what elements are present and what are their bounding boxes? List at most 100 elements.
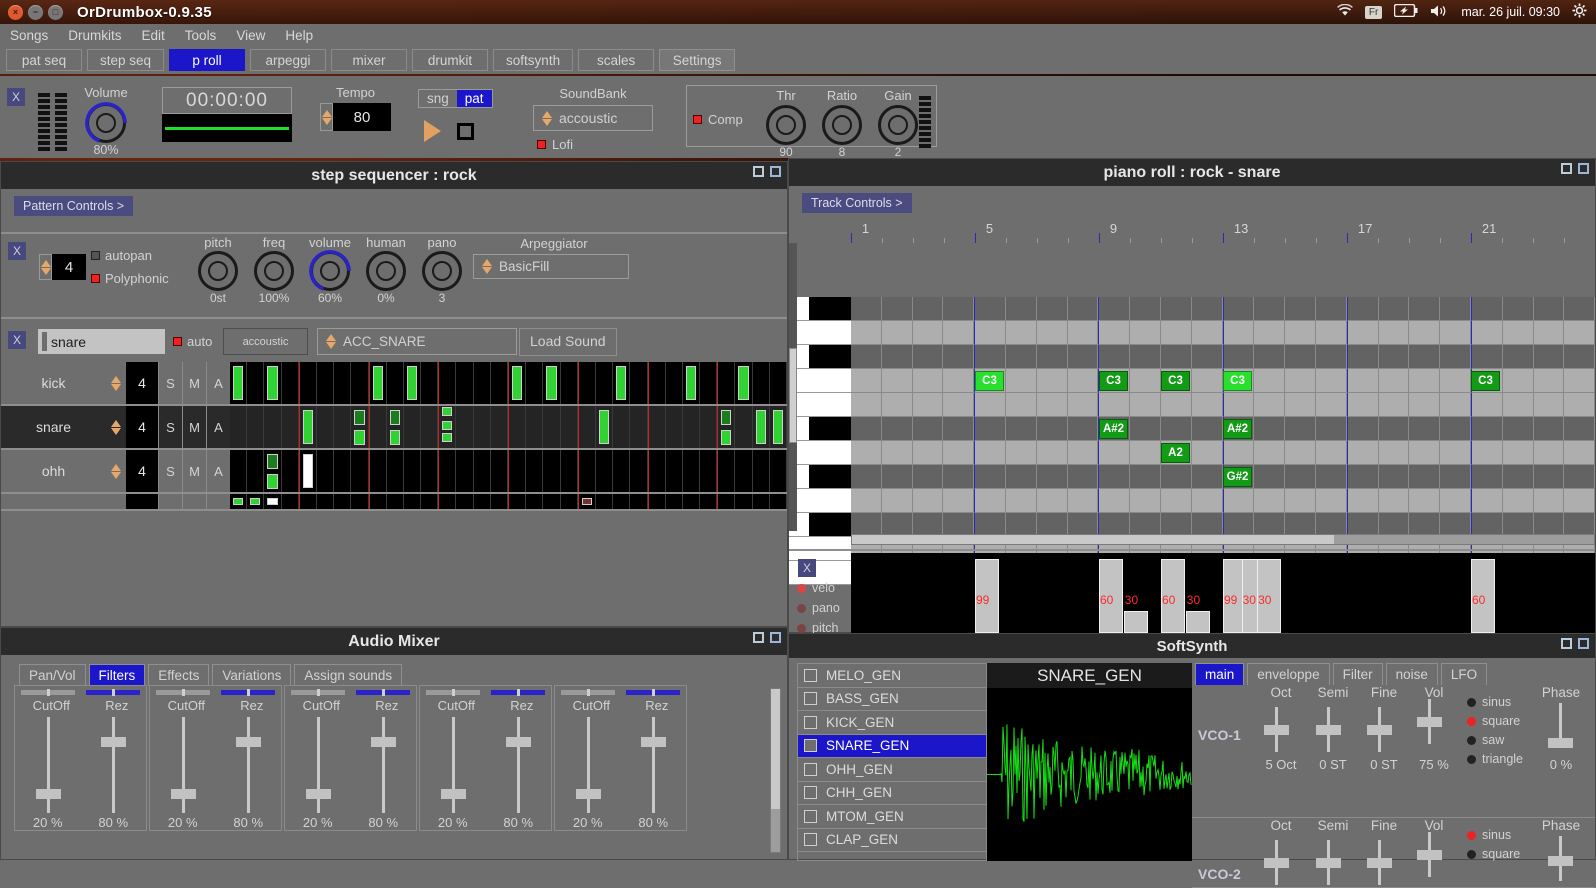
step-cell[interactable] [613, 494, 630, 509]
step-cell[interactable] [770, 494, 787, 509]
step-cell[interactable] [561, 494, 578, 509]
piano-roll-cell[interactable] [1037, 393, 1068, 417]
piano-roll-cell[interactable] [1037, 417, 1068, 441]
piano-roll-note[interactable]: A#2 [1223, 419, 1252, 439]
ratio-knob[interactable] [822, 105, 862, 145]
piano-roll-cell[interactable] [1006, 393, 1037, 417]
piano-roll-cell[interactable] [1068, 321, 1099, 345]
piano-roll-cell[interactable] [1130, 417, 1161, 441]
piano-roll-cell[interactable] [1161, 345, 1192, 369]
step-cell[interactable] [578, 494, 596, 509]
step-cell[interactable] [247, 406, 264, 448]
step-cell[interactable] [753, 450, 770, 492]
step-cell[interactable] [387, 450, 404, 492]
piano-key-black[interactable] [789, 417, 851, 441]
piano-roll-cell[interactable] [1503, 441, 1534, 465]
piano-roll-row[interactable] [789, 321, 1595, 345]
piano-roll-cell[interactable] [1068, 441, 1099, 465]
piano-roll-cell[interactable] [1409, 465, 1440, 489]
piano-roll-cell[interactable] [1285, 465, 1316, 489]
step-note[interactable] [303, 454, 313, 488]
piano-roll-cell[interactable] [1130, 297, 1161, 321]
piano-roll-cell[interactable] [913, 441, 944, 465]
mode-song-option[interactable]: sng [419, 90, 457, 107]
tab-softsynth[interactable]: softsynth [493, 49, 573, 71]
step-cell[interactable] [683, 450, 700, 492]
piano-roll-cell[interactable] [1409, 345, 1440, 369]
piano-roll-cell[interactable] [851, 297, 882, 321]
checkbox-icon[interactable] [804, 833, 817, 846]
piano-roll-cell[interactable] [1130, 369, 1161, 393]
step-note[interactable] [616, 366, 626, 400]
maximize-icon[interactable] [1578, 638, 1589, 649]
gear-icon[interactable] [1572, 3, 1587, 21]
piano-roll-cell[interactable] [1347, 321, 1379, 345]
track-snare-count[interactable]: 4 [126, 406, 158, 448]
phase-handle[interactable] [1548, 856, 1573, 866]
step-cell[interactable] [526, 362, 543, 404]
step-cell[interactable] [404, 494, 421, 509]
channel-slider-a[interactable] [291, 690, 345, 695]
step-cell[interactable] [351, 494, 368, 509]
piano-roll-cell[interactable] [913, 321, 944, 345]
piano-roll-cell[interactable] [1316, 393, 1347, 417]
step-cell[interactable] [648, 406, 666, 448]
step-cell[interactable] [526, 406, 543, 448]
piano-roll-cell[interactable] [1006, 345, 1037, 369]
step-cell[interactable] [753, 406, 770, 448]
piano-roll-cell[interactable] [1285, 297, 1316, 321]
step-cell[interactable] [247, 450, 264, 492]
piano-roll-cell[interactable] [1037, 441, 1068, 465]
piano-roll-cell[interactable] [1409, 417, 1440, 441]
step-note[interactable] [546, 366, 556, 400]
piano-roll-cell[interactable] [1192, 345, 1223, 369]
piano-roll-cell[interactable] [1254, 441, 1285, 465]
step-cell[interactable] [717, 450, 735, 492]
piano-roll-cell[interactable] [1068, 393, 1099, 417]
track-ohh-solo[interactable]: S [158, 450, 182, 492]
piano-roll-cell[interactable] [943, 321, 974, 345]
maximize-icon[interactable] [770, 166, 781, 177]
piano-roll-cell[interactable] [851, 489, 882, 513]
piano-roll-cell[interactable] [1316, 489, 1347, 513]
piano-roll-cell[interactable] [1006, 369, 1037, 393]
vco-param-handle[interactable] [1316, 725, 1341, 735]
step-note[interactable] [267, 474, 277, 489]
step-cell[interactable] [770, 362, 787, 404]
softsynth-list-item[interactable]: CHH_GEN [798, 782, 986, 806]
piano-roll-cell[interactable] [913, 297, 944, 321]
vco-param-handle[interactable] [1417, 850, 1442, 860]
piano-key-black[interactable] [789, 513, 851, 537]
step-cell[interactable] [596, 450, 613, 492]
piano-roll-cell[interactable] [1254, 321, 1285, 345]
channel-slider-b[interactable] [356, 690, 410, 695]
step-note[interactable] [407, 366, 417, 400]
piano-roll-cell[interactable] [1534, 441, 1565, 465]
step-cell[interactable] [561, 406, 578, 448]
step-cell[interactable] [317, 362, 334, 404]
piano-roll-cell[interactable] [1316, 297, 1347, 321]
piano-roll-ruler[interactable]: 159131721 [851, 221, 1595, 243]
step-cell[interactable] [474, 362, 491, 404]
piano-roll-cell[interactable] [1379, 417, 1410, 441]
softsynth-list-item[interactable]: MTOM_GEN [798, 805, 986, 829]
piano-roll-cell[interactable] [943, 393, 974, 417]
piano-roll-cell[interactable] [1440, 321, 1471, 345]
step-cell[interactable] [491, 362, 508, 404]
softsynth-list-item[interactable]: OHH_GEN [798, 758, 986, 782]
maximize-icon[interactable]: □ [48, 5, 63, 20]
tab-noise[interactable]: noise [1386, 663, 1438, 685]
piano-roll-cell[interactable] [1347, 297, 1379, 321]
piano-roll-cell[interactable] [913, 489, 944, 513]
piano-roll-cell[interactable] [1471, 465, 1503, 489]
song-pattern-toggle[interactable]: sng pat [418, 89, 493, 108]
piano-roll-cell[interactable] [1534, 297, 1565, 321]
piano-roll-cell[interactable] [1564, 465, 1595, 489]
step-cell[interactable] [508, 450, 526, 492]
step-cell[interactable] [578, 362, 596, 404]
piano-roll-cell[interactable] [1161, 297, 1192, 321]
piano-roll-cell[interactable] [1471, 489, 1503, 513]
piano-roll-cell[interactable] [1564, 297, 1595, 321]
track-snare-alt[interactable]: A [206, 406, 230, 448]
step-cell[interactable] [369, 406, 387, 448]
